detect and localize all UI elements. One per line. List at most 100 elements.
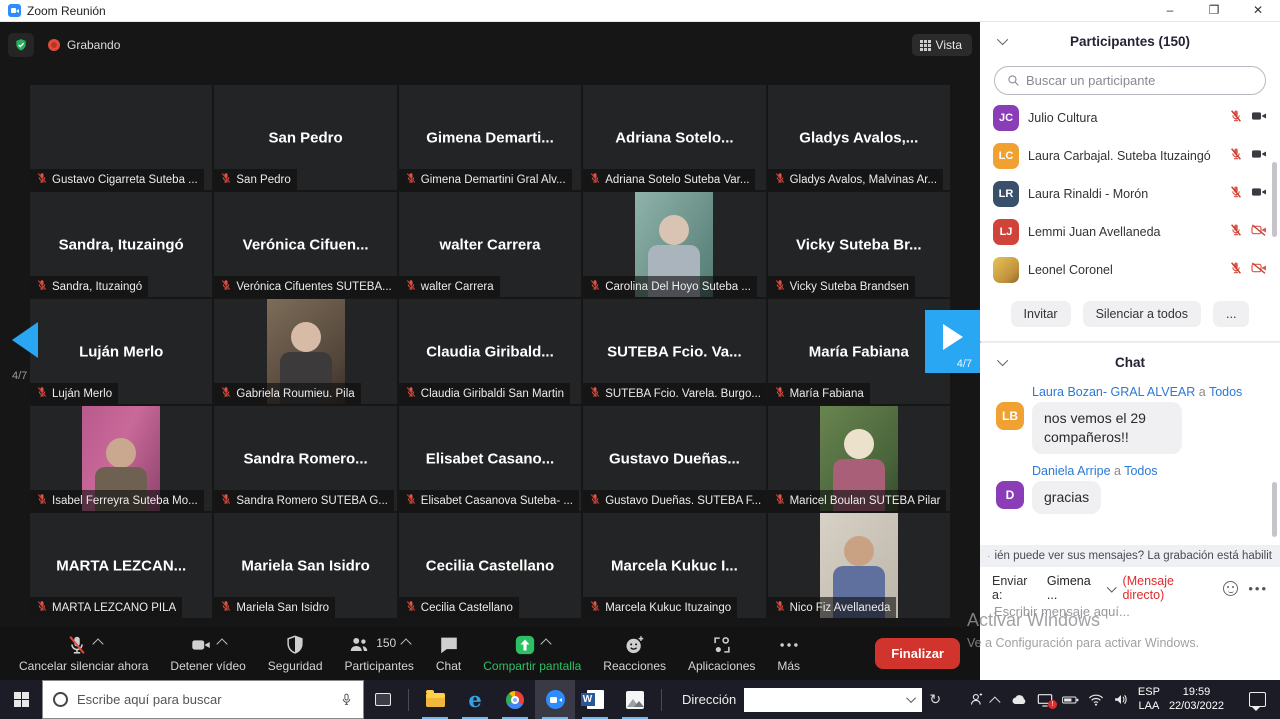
chevron-down-icon[interactable] (997, 355, 1008, 366)
video-tile[interactable]: Luján Merlo Luján Merlo (30, 299, 212, 404)
participants-more-button[interactable]: ... (1213, 301, 1249, 327)
folder-icon (426, 693, 445, 707)
video-tile[interactable]: Sandra Romero... Sandra Romero SUTEBA G.… (214, 406, 396, 511)
chevron-down-icon[interactable] (997, 34, 1008, 45)
action-center-icon[interactable] (1249, 692, 1266, 707)
security-shield-icon[interactable] (8, 33, 34, 57)
video-tile[interactable]: Gabriela Roumieu. Pila (214, 299, 396, 404)
chat-message: Daniela Arripe a Todos D gracias (980, 462, 1280, 522)
toolbar-icon (711, 634, 733, 661)
refresh-icon[interactable]: ↻ (922, 691, 948, 708)
participant-search-input[interactable]: Buscar un participante (994, 66, 1266, 95)
view-button[interactable]: Vista (912, 34, 972, 56)
video-tile[interactable]: SUTEBA Fcio. Va... SUTEBA Fcio. Varela. … (583, 299, 765, 404)
taskbar-app-edge[interactable]: e (455, 680, 495, 719)
taskbar-separator (408, 689, 409, 711)
clock[interactable]: 19:59 22/03/2022 (1169, 686, 1224, 714)
emoji-icon[interactable] (1223, 581, 1238, 596)
video-tile[interactable]: Adriana Sotelo... Adriana Sotelo Suteba … (583, 85, 765, 190)
chat-scrollbar[interactable] (1272, 482, 1277, 537)
chevron-up-icon[interactable] (216, 638, 227, 649)
video-tile[interactable]: Cecilia Castellano Cecilia Castellano (399, 513, 581, 618)
video-tile[interactable]: Maricel Boulan SUTEBA Pilar (768, 406, 950, 511)
battery-icon[interactable] (1062, 694, 1079, 706)
message-sender[interactable]: Laura Bozan- GRAL ALVEAR a Todos (1032, 385, 1264, 399)
participant-row[interactable]: LR Laura Rinaldi - Morón (980, 175, 1280, 213)
start-button[interactable] (0, 680, 42, 719)
participant-name: Lemmi Juan Avellaneda (1028, 225, 1220, 239)
toolbar-item-people[interactable]: 150 Participantes (334, 627, 425, 680)
address-input[interactable] (744, 688, 922, 712)
video-tile[interactable]: Nico Fiz Avellaneda (768, 513, 950, 618)
taskbar-app-chrome[interactable] (495, 680, 535, 719)
mute-all-button[interactable]: Silenciar a todos (1083, 301, 1201, 327)
message-sender[interactable]: Daniela Arripe a Todos (1032, 464, 1264, 478)
toolbar-item-mic-off[interactable]: Cancelar silenciar ahora (8, 627, 159, 680)
toolbar-item-more[interactable]: Más (766, 627, 811, 680)
taskbar-app-photos[interactable] (615, 680, 655, 719)
participants-scrollbar[interactable] (1272, 162, 1277, 237)
people-tray-icon[interactable] (969, 692, 984, 707)
taskbar-app-word[interactable] (575, 680, 615, 719)
send-to-select[interactable]: Gimena ... (1047, 574, 1116, 602)
tile-name-label: Luján Merlo (30, 383, 118, 404)
invite-button[interactable]: Invitar (1011, 301, 1071, 327)
taskbar-app-file-explorer[interactable] (415, 680, 455, 719)
tile-name-label: María Fabiana (768, 383, 870, 404)
video-tile[interactable]: Vicky Suteba Br... Vicky Suteba Brandsen (768, 192, 950, 297)
video-tile[interactable]: Claudia Giribald... Claudia Giribaldi Sa… (399, 299, 581, 404)
onedrive-cloud-icon[interactable] (1010, 693, 1028, 706)
toolbar-item-reactions[interactable]: Reacciones (592, 627, 677, 680)
video-tile[interactable]: Verónica Cifuen... Verónica Cifuentes SU… (214, 192, 396, 297)
video-tile[interactable]: MARTA LEZCAN... MARTA LEZCANO PILA (30, 513, 212, 618)
toolbar-item-apps[interactable]: Aplicaciones (677, 627, 766, 680)
video-tile[interactable]: María Fabiana María Fabiana (768, 299, 950, 404)
participant-row[interactable]: LJ Lemmi Juan Avellaneda (980, 213, 1280, 251)
toolbar-item-share[interactable]: Compartir pantalla (472, 627, 592, 680)
prev-page-button[interactable]: 4/7 (12, 322, 52, 382)
next-page-button[interactable]: 4/7 (925, 310, 980, 373)
task-view-button[interactable] (364, 680, 402, 719)
video-tile[interactable]: Gladys Avalos,... Gladys Avalos, Malvina… (768, 85, 950, 190)
video-tile[interactable]: Carolina Del Hoyo Suteba ... (583, 192, 765, 297)
message-bubble: gracias (1032, 481, 1101, 514)
chat-more-icon[interactable]: ••• (1248, 581, 1268, 596)
wifi-icon[interactable] (1088, 694, 1104, 706)
participant-row[interactable]: JC Julio Cultura (980, 99, 1280, 137)
minimize-icon[interactable]: – (1148, 0, 1192, 21)
display-tray-icon[interactable]: ! (1037, 693, 1053, 707)
toolbar-item-video[interactable]: Detener vídeo (159, 627, 256, 680)
video-tile[interactable]: Isabel Ferreyra Suteba Mo... (30, 406, 212, 511)
speaker-icon[interactable] (1113, 693, 1129, 706)
end-meeting-button[interactable]: Finalizar (875, 638, 960, 669)
taskbar-search-input[interactable]: Escribe aquí para buscar (42, 680, 364, 719)
video-tile[interactable]: walter Carrera walter Carrera (399, 192, 581, 297)
taskbar-app-zoom[interactable] (535, 680, 575, 719)
restore-icon[interactable]: ❐ (1192, 0, 1236, 21)
video-tile[interactable]: Mariela San Isidro Mariela San Isidro (214, 513, 396, 618)
chevron-up-icon[interactable] (541, 638, 552, 649)
close-icon[interactable]: ✕ (1236, 0, 1280, 21)
video-tile[interactable]: Gustavo Cigarreta Suteba ... (30, 85, 212, 190)
camera-icon (1251, 261, 1267, 280)
participant-row[interactable]: LC Laura Carbajal. Suteba Ituzaingó (980, 137, 1280, 175)
taskbar-search-placeholder: Escribe aquí para buscar (77, 692, 331, 707)
video-tile[interactable]: Gustavo Dueñas... Gustavo Dueñas. SUTEBA… (583, 406, 765, 511)
video-tile[interactable]: Marcela Kukuc I... Marcela Kukuc Ituzain… (583, 513, 765, 618)
chevron-up-icon[interactable] (92, 638, 103, 649)
video-tile[interactable]: San Pedro San Pedro (214, 85, 396, 190)
video-tile[interactable]: Gimena Demarti... Gimena Demartini Gral … (399, 85, 581, 190)
recording-indicator[interactable]: Grabando (48, 38, 120, 52)
recording-label: Grabando (67, 38, 120, 52)
toolbar-item-shield[interactable]: Seguridad (257, 627, 334, 680)
language-indicator[interactable]: ESP LAA (1138, 686, 1160, 714)
hidden-icons-chevron[interactable] (989, 696, 1000, 707)
participant-row[interactable]: Leonel Coronel (980, 251, 1280, 289)
video-tile[interactable]: Elisabet Casano... Elisabet Casanova Sut… (399, 406, 581, 511)
video-tile[interactable]: Sandra, Ituzaingó Sandra, Ituzaingó (30, 192, 212, 297)
chevron-down-icon (1107, 582, 1117, 592)
toolbar-item-chat[interactable]: Chat (425, 627, 472, 680)
chevron-up-icon[interactable] (401, 638, 412, 649)
chat-message-input[interactable]: Escribir mensaje aquí... (994, 604, 1130, 619)
search-mic-icon[interactable] (340, 692, 353, 707)
